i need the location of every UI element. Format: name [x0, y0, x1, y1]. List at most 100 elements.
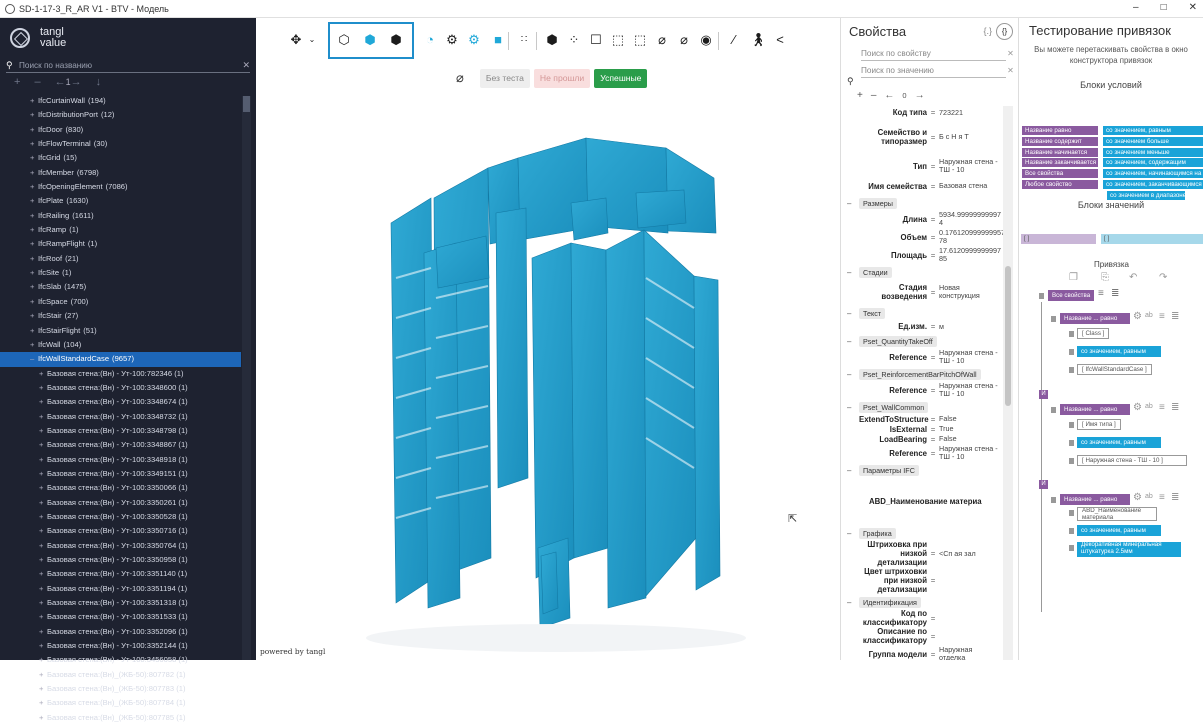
tree-item-ifcdistributionport[interactable]: + IfcDistributionPort (12) [0, 108, 241, 122]
tree-child-item[interactable]: + Базовая стена:(Вн) - Ут-100:3348867 (1) [0, 438, 241, 452]
property-group[interactable]: – Pset_QuantityTakeOff [847, 336, 1018, 347]
tree-child-item[interactable]: + Базовая стена:(Вн) - Ут-100:3351194 (1) [0, 582, 241, 596]
redo-icon[interactable]: ↷ [1159, 272, 1167, 283]
expand-icon[interactable]: + [39, 381, 47, 395]
trash-icon[interactable] [1069, 510, 1074, 516]
down-arrow-icon[interactable]: ↓ [96, 76, 102, 88]
name-equals-block-2[interactable]: Название ... равно [1060, 404, 1130, 415]
prev-icon[interactable]: ←1→ [55, 76, 82, 88]
building-model[interactable] [256, 18, 840, 660]
property-row[interactable]: Цвет штриховки при низкой детализации = [859, 567, 1018, 594]
expand-icon[interactable]: + [30, 266, 38, 280]
expand-icon[interactable]: + [30, 252, 38, 266]
property-row[interactable]: Описание по классификатору = [859, 627, 1018, 645]
tree-child-item[interactable]: + Базовая стена:(Вн) - Ут-100:3351140 (1) [0, 567, 241, 581]
tree-item-ifcsite[interactable]: + IfcSite (1) [0, 266, 241, 280]
list-icon[interactable]: ≣ [1111, 288, 1119, 299]
expand-icon[interactable]: + [30, 137, 38, 151]
collapse-icon[interactable]: – [847, 370, 859, 379]
property-row[interactable]: Группа модели = Наружная отделка [859, 645, 1018, 661]
expand-icon[interactable]: + [30, 209, 38, 223]
trash-icon[interactable] [1069, 331, 1074, 337]
gear-icon[interactable]: ⚙ [1133, 311, 1142, 322]
condition-value-block[interactable]: со значением меньше [1103, 147, 1203, 157]
tree-child-item[interactable]: + Базовая стена:(Вн) - Ут-100:3351318 (1) [0, 596, 241, 610]
all-props-block[interactable]: Все свойства [1048, 290, 1095, 301]
collapse-icon[interactable]: – [847, 199, 859, 208]
collapse-icon[interactable]: – [847, 403, 859, 412]
expand-icon[interactable]: + [39, 553, 47, 567]
tree-child-item[interactable]: + Базовая стена:(Вн) - Ут-100:3350764 (1) [0, 539, 241, 553]
condition-block[interactable]: Название содержит [1022, 136, 1098, 146]
condition-block[interactable]: Название заканчивается [1022, 158, 1098, 168]
tree-child-item[interactable]: + Базовая стена:(Вн) - Ут-100:3349151 (1) [0, 467, 241, 481]
condition-block[interactable]: Любое свойство [1022, 180, 1098, 189]
close-button[interactable]: ✕ [1189, 2, 1197, 13]
trash-icon[interactable] [1069, 545, 1074, 551]
tree-item-ifcslab[interactable]: + IfcSlab (1475) [0, 280, 241, 294]
tree-scrollbar-thumb[interactable] [243, 96, 250, 112]
trash-icon[interactable] [1069, 440, 1074, 446]
trash-icon[interactable] [1039, 293, 1044, 299]
trash-icon[interactable] [1051, 316, 1056, 322]
trash-icon[interactable] [1051, 407, 1056, 413]
collapse-all-icon[interactable]: – [871, 90, 877, 101]
collapse-icon[interactable]: – [847, 337, 859, 346]
expand-icon[interactable]: + [30, 108, 38, 122]
menu-icon[interactable]: ≡ [1159, 492, 1165, 503]
property-row[interactable]: IsExternal = True [859, 424, 1018, 434]
condition-value-block[interactable]: со значением, заканчивающимся на [1103, 180, 1203, 189]
expand-icon[interactable]: + [39, 653, 47, 667]
tree-item-ifcramp[interactable]: + IfcRamp (1) [0, 223, 241, 237]
expand-icon[interactable]: + [39, 438, 47, 452]
collapse-icon[interactable]: – [847, 529, 859, 538]
properties-scrollbar[interactable] [1003, 106, 1013, 660]
condition-block[interactable]: Все свойства [1022, 169, 1098, 179]
property-row[interactable]: Reference = Наружная стена - ТШ - 10 [859, 348, 1018, 366]
tree-child-item[interactable]: + Базовая стена:(Вн) - Ут-100:782346 (1) [0, 367, 241, 381]
property-group[interactable]: – Стадии [847, 267, 1018, 278]
tree-search-input[interactable]: Поиск по названию [15, 61, 242, 70]
tree-child-item[interactable]: + Базовая стена:(Вн) - Ут-100:3348600 (1) [0, 381, 241, 395]
expand-icon[interactable]: + [39, 639, 47, 653]
expand-icon[interactable]: + [39, 467, 47, 481]
text-format-icon[interactable]: ab [1145, 403, 1153, 410]
collapse-icon[interactable]: – [30, 352, 38, 366]
tree-child-item[interactable]: + Базовая стена:(Вн) - Ут-100:3350528 (1) [0, 510, 241, 524]
expand-icon[interactable]: + [30, 309, 38, 323]
expand-icon[interactable]: + [39, 496, 47, 510]
trash-icon[interactable] [1069, 528, 1074, 534]
paste-icon[interactable]: ⎘ [1101, 272, 1109, 283]
condition-value-block[interactable]: со значением в диапазоне [1107, 190, 1185, 200]
property-row[interactable]: Код типа = 723221 [859, 106, 1018, 119]
condition-value-block[interactable]: со значением, равным [1103, 126, 1203, 135]
tree-item-ifcstair[interactable]: + IfcStair (27) [0, 309, 241, 323]
property-row[interactable]: Штриховка при низкой детализации = <Сп ая … [859, 540, 1018, 567]
value-block-left[interactable]: [ ] [1021, 234, 1096, 244]
property-row[interactable]: ExtendToStructure = False [859, 414, 1018, 424]
expand-icon[interactable]: + [30, 151, 38, 165]
tree-item-ifcopeningelement[interactable]: + IfcOpeningElement (7086) [0, 180, 241, 194]
trash-icon[interactable] [1069, 367, 1074, 373]
expand-icon[interactable]: + [30, 94, 38, 108]
collapse-icon[interactable]: – [847, 598, 859, 607]
tree-child-item[interactable]: + Базовая стена:(Вн) - Ут-100:3351533 (1) [0, 610, 241, 624]
expand-icon[interactable]: + [30, 194, 38, 208]
expand-icon[interactable]: + [39, 668, 47, 682]
tree-item-ifcdoor[interactable]: + IfcDoor (830) [0, 123, 241, 137]
gear-icon[interactable]: ⚙ [1133, 402, 1142, 413]
property-group[interactable]: – Идентификация [847, 597, 1018, 608]
collapse-icon[interactable]: – [847, 309, 859, 318]
tree-child-item[interactable]: + Базовая стена:(Вн) - Ут-100:3352144 (1) [0, 639, 241, 653]
tree-item-ifcstairflight[interactable]: + IfcStairFlight (51) [0, 324, 241, 338]
name-equals-block[interactable]: Название ... равно [1060, 313, 1130, 324]
property-row[interactable]: Площадь = 17.6120999999997 85 [859, 246, 1018, 264]
tree-item-ifcrampflight[interactable]: + IfcRampFlight (1) [0, 237, 241, 251]
tree-child-item[interactable]: + Базовая стена:(Вн)_(ЖБ-50):807784 (1) [0, 696, 241, 710]
property-row[interactable]: Семейство и типоразмер = Б с Н я Т [859, 119, 1018, 155]
condition-value-block[interactable]: со значением, содержащим [1103, 158, 1203, 168]
name-equals-block-3[interactable]: Название ... равно [1060, 494, 1130, 505]
json-toggle-icon[interactable]: {} [996, 23, 1013, 40]
expand-all-icon[interactable]: + [14, 76, 20, 88]
tree-child-item[interactable]: + Базовая стена:(Вн) - Ут-100:3348918 (1) [0, 453, 241, 467]
